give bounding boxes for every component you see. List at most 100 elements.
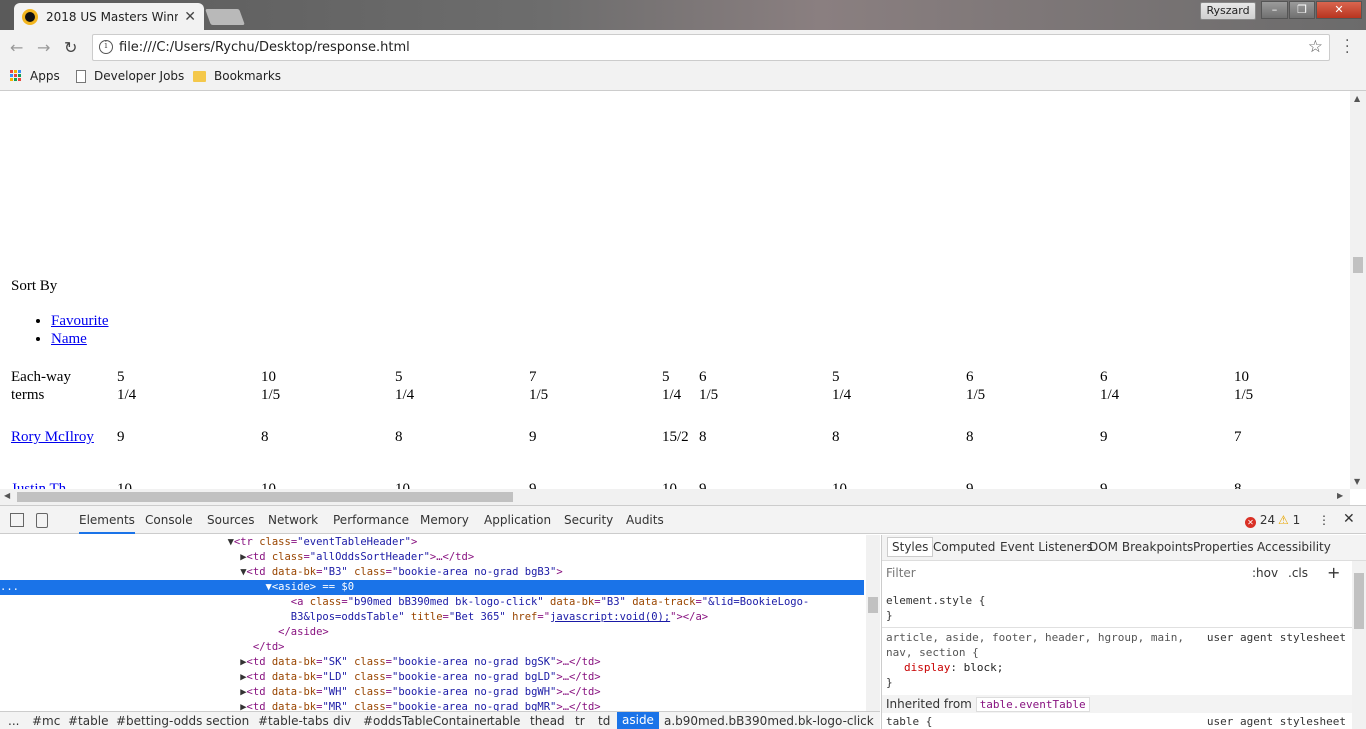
css-declaration[interactable]: display: block;	[904, 661, 1003, 674]
odds-cell[interactable]: 9	[117, 428, 125, 446]
browser-tab[interactable]: 2018 US Masters Winner ✕	[14, 3, 204, 30]
breadcrumb-item[interactable]: #table-tabs	[258, 714, 329, 728]
breadcrumb-item[interactable]: ...	[8, 714, 19, 728]
dom-node[interactable]: B3&lpos=oddsTable" title="Bet 365" href=…	[0, 610, 708, 625]
odds-cell[interactable]: 10	[117, 480, 132, 489]
breadcrumb-item[interactable]: #oddsTableContainer	[363, 714, 492, 728]
scroll-thumb[interactable]	[868, 597, 878, 613]
cls-toggle[interactable]: .cls	[1288, 566, 1308, 580]
odds-cell[interactable]: 9	[1100, 428, 1108, 446]
dom-node[interactable]: ▶<td data-bk="LD" class="bookie-area no-…	[0, 670, 600, 685]
new-tab-button[interactable]	[205, 9, 245, 25]
scroll-up-icon[interactable]: ▲	[1354, 94, 1360, 103]
profile-button[interactable]: Ryszard	[1200, 2, 1256, 20]
href-link[interactable]: javascript:void(0);	[550, 611, 670, 623]
scroll-left-icon[interactable]: ◀	[4, 491, 10, 500]
breadcrumb-item[interactable]: thead	[530, 714, 565, 728]
devtools-menu-icon[interactable]: ⋮	[1318, 513, 1330, 527]
dom-node[interactable]: ▶<td class="allOddsSortHeader">…</td>	[0, 550, 474, 565]
breadcrumb-item[interactable]: table	[490, 714, 520, 728]
dom-node[interactable]: ▼<tr class="eventTableHeader">	[0, 535, 418, 550]
address-bar[interactable]: i file:///C:/Users/Rychu/Desktop/respons…	[92, 34, 1330, 61]
scroll-right-icon[interactable]: ▶	[1337, 491, 1343, 500]
warning-count[interactable]: ⚠ 1	[1278, 513, 1300, 527]
inherited-source-link[interactable]: table.eventTable	[975, 697, 1090, 712]
minimize-button[interactable]: –	[1261, 1, 1288, 19]
odds-cell[interactable]: 10	[395, 480, 410, 489]
sort-name-link[interactable]: Name	[51, 331, 87, 347]
odds-cell[interactable]: 9	[529, 428, 537, 446]
tab-console[interactable]: Console	[145, 513, 193, 527]
scroll-thumb[interactable]	[1354, 573, 1364, 629]
player-link[interactable]: Rory McIlroy	[11, 428, 94, 446]
bookmark-star-icon[interactable]: ☆	[1308, 37, 1323, 57]
odds-cell[interactable]: 9	[1100, 480, 1108, 489]
tab-audits[interactable]: Audits	[626, 513, 664, 527]
add-rule-icon[interactable]: +	[1327, 563, 1340, 582]
odds-cell[interactable]: 9	[529, 480, 537, 489]
odds-cell[interactable]: 8	[699, 428, 707, 446]
hov-toggle[interactable]: :hov	[1252, 566, 1278, 580]
breadcrumb-item[interactable]: tr	[575, 714, 585, 728]
devtools-close-icon[interactable]: ✕	[1343, 511, 1355, 527]
tab-sources[interactable]: Sources	[207, 513, 254, 527]
odds-cell[interactable]: 10	[662, 480, 677, 489]
tab-accessibility[interactable]: Accessibility	[1257, 540, 1331, 554]
scroll-thumb[interactable]	[1353, 257, 1363, 273]
breadcrumb-item[interactable]: section	[206, 714, 249, 728]
odds-cell[interactable]: 8	[395, 428, 403, 446]
dom-node[interactable]: ▶<td data-bk="SK" class="bookie-area no-…	[0, 655, 600, 670]
breadcrumb-item-active[interactable]: aside	[617, 712, 659, 729]
breadcrumb-item[interactable]: td	[598, 714, 610, 728]
page-horizontal-scrollbar[interactable]: ◀ ▶	[0, 489, 1350, 505]
tab-memory[interactable]: Memory	[420, 513, 469, 527]
odds-cell[interactable]: 8	[966, 428, 974, 446]
error-count[interactable]: ✕ 24	[1245, 513, 1275, 528]
dom-node[interactable]: ▶<td data-bk="MR" class="bookie-area no-…	[0, 700, 600, 711]
odds-cell[interactable]: 8	[832, 428, 840, 446]
breadcrumb-item[interactable]: #mc	[32, 714, 60, 728]
maximize-button[interactable]: ❐	[1289, 1, 1315, 19]
odds-cell[interactable]: 8	[1234, 480, 1242, 489]
dom-node[interactable]: </aside>	[0, 625, 329, 640]
dom-node[interactable]: ▶<td data-bk="WH" class="bookie-area no-…	[0, 685, 600, 700]
url-text[interactable]: file:///C:/Users/Rychu/Desktop/response.…	[119, 40, 410, 55]
browser-menu-icon[interactable]: · · ·	[1345, 34, 1349, 60]
info-icon[interactable]: i	[99, 40, 113, 54]
breadcrumb-item[interactable]: a.b90med.bB390med.bk-logo-click	[664, 714, 874, 728]
tab-network[interactable]: Network	[268, 513, 318, 527]
tab-properties[interactable]: Properties	[1193, 540, 1254, 554]
tab-event-listeners[interactable]: Event Listeners	[1000, 540, 1093, 554]
page-vertical-scrollbar[interactable]: ▲ ▼	[1350, 91, 1366, 489]
odds-cell[interactable]: 15/2	[662, 428, 689, 446]
dom-node[interactable]: </td>	[0, 640, 285, 655]
bookmark-developer-jobs[interactable]: Developer Jobs	[76, 69, 184, 83]
elements-scrollbar[interactable]	[866, 535, 880, 711]
odds-cell[interactable]: 10	[832, 480, 847, 489]
inspect-element-icon[interactable]	[10, 513, 24, 527]
tab-styles[interactable]: Styles	[887, 537, 934, 557]
bookmark-apps[interactable]: Apps	[10, 69, 60, 83]
tab-security[interactable]: Security	[564, 513, 613, 527]
styles-scrollbar[interactable]	[1352, 561, 1366, 729]
tab-performance[interactable]: Performance	[333, 513, 409, 527]
odds-cell[interactable]: 9	[966, 480, 974, 489]
forward-arrow-icon[interactable]: →	[37, 38, 50, 57]
reload-icon[interactable]: ↻	[64, 38, 77, 57]
breadcrumb-item[interactable]: #betting-odds	[116, 714, 202, 728]
dom-node[interactable]: <a class="b90med bB390med bk-logo-click"…	[0, 595, 809, 610]
odds-cell[interactable]: 7	[1234, 428, 1242, 446]
scroll-thumb[interactable]	[17, 492, 513, 502]
dom-node[interactable]: ▼<td data-bk="B3" class="bookie-area no-…	[0, 565, 562, 580]
odds-cell[interactable]: 9	[699, 480, 707, 489]
odds-cell[interactable]: 10	[261, 480, 276, 489]
tab-elements[interactable]: Elements	[79, 513, 135, 534]
sort-favourite-link[interactable]: Favourite	[51, 313, 109, 329]
bookmark-folder[interactable]: Bookmarks	[193, 69, 281, 83]
back-arrow-icon[interactable]: ←	[10, 38, 23, 57]
player-link[interactable]: Justin Th	[11, 480, 66, 489]
odds-cell[interactable]: 8	[261, 428, 269, 446]
dom-node-selected[interactable]: ... ▼<aside> == $0	[0, 580, 864, 595]
window-close-button[interactable]: ✕	[1316, 1, 1362, 19]
tab-computed[interactable]: Computed	[933, 540, 995, 554]
